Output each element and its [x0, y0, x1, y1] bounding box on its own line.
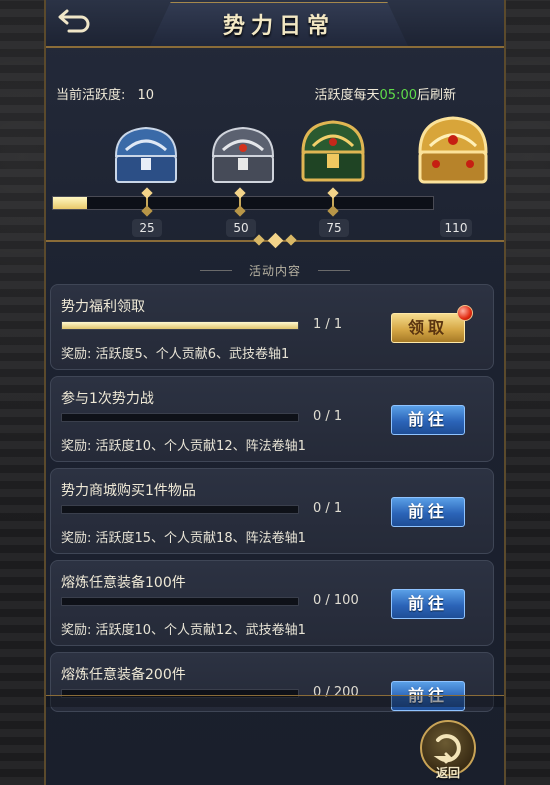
chest-icon-gold-red[interactable] — [412, 114, 494, 190]
section-title: 活动内容 — [200, 262, 350, 279]
milestone-value-3: 75 — [319, 219, 349, 237]
task-title: 势力商城购买1件物品 — [61, 483, 196, 499]
go-button[interactable]: 前往 — [391, 497, 465, 527]
right-border-decoration — [504, 0, 550, 785]
left-border-decoration — [0, 0, 46, 785]
milestone-value-2: 50 — [226, 219, 256, 237]
task-title: 熔炼任意装备100件 — [61, 575, 186, 591]
task-progress-bar — [61, 413, 299, 422]
task-title: 熔炼任意装备200件 — [61, 667, 186, 683]
task-title: 势力福利领取 — [61, 299, 145, 315]
task-card: 势力商城购买1件物品 0 / 1 奖励: 活跃度15、个人贡献18、阵法卷轴1 … — [50, 468, 494, 554]
return-label: 返回 — [435, 766, 460, 780]
go-button[interactable]: 前往 — [391, 405, 465, 435]
refresh-prefix: 活跃度每天 — [314, 88, 380, 103]
task-progress-bar — [61, 321, 299, 330]
activity-progress-fill — [53, 197, 88, 209]
task-progress-bar — [61, 597, 299, 606]
chest-icon-silver-blue[interactable] — [108, 120, 184, 190]
milestone-marker-3 — [332, 192, 334, 212]
task-card: 势力福利领取 1 / 1 奖励: 活跃度5、个人贡献6、武技卷轴1 领取 — [50, 284, 494, 370]
milestone-marker-2 — [239, 192, 241, 212]
task-card: 熔炼任意装备100件 0 / 100 奖励: 活跃度10、个人贡献12、武技卷轴… — [50, 560, 494, 646]
task-reward: 奖励: 活跃度10、个人贡献12、阵法卷轴1 — [61, 439, 306, 454]
milestone-value-4: 110 — [440, 219, 472, 237]
task-reward: 奖励: 活跃度10、个人贡献12、武技卷轴1 — [61, 623, 306, 638]
notification-dot-icon — [457, 305, 473, 321]
back-arrow-icon — [58, 9, 90, 33]
milestone-marker-1 — [146, 192, 148, 212]
task-title: 参与1次势力战 — [61, 391, 154, 407]
task-reward: 奖励: 活跃度5、个人贡献6、武技卷轴1 — [61, 347, 290, 362]
task-progress-bar — [61, 505, 299, 514]
ornament-gem-icon — [267, 232, 283, 248]
task-reward: 奖励: 活跃度15、个人贡献18、阵法卷轴1 — [61, 531, 306, 546]
bottom-bar — [46, 695, 504, 707]
task-count: 0 / 1 — [313, 501, 343, 516]
task-card: 参与1次势力战 0 / 1 奖励: 活跃度10、个人贡献12、阵法卷轴1 前往 — [50, 376, 494, 462]
ornament-gem-icon — [285, 234, 297, 246]
chest-icon-gold-green[interactable] — [295, 116, 371, 186]
chest-icon-silver-red[interactable] — [205, 120, 281, 190]
claim-button[interactable]: 领取 — [391, 313, 465, 343]
current-activity-value: 10 — [137, 88, 155, 103]
divider-ornament — [253, 232, 297, 248]
task-count: 0 / 100 — [313, 593, 359, 608]
refresh-suffix: 后刷新 — [416, 88, 456, 103]
task-progress-fill — [62, 322, 298, 329]
ornament-gem-icon — [253, 234, 265, 246]
task-count: 0 / 1 — [313, 409, 343, 424]
refresh-info: 活跃度每天05:00后刷新 — [315, 84, 457, 103]
back-button[interactable] — [46, 0, 104, 40]
go-button[interactable]: 前往 — [391, 589, 465, 619]
refresh-time: 05:00 — [379, 88, 417, 103]
milestone-value-1: 25 — [132, 219, 162, 237]
current-activity-label: 当前活跃度: — [56, 88, 126, 103]
task-count: 1 / 1 — [313, 317, 343, 332]
page-title: 势力日常 — [222, 14, 335, 39]
current-activity: 当前活跃度: 10 — [56, 84, 154, 103]
